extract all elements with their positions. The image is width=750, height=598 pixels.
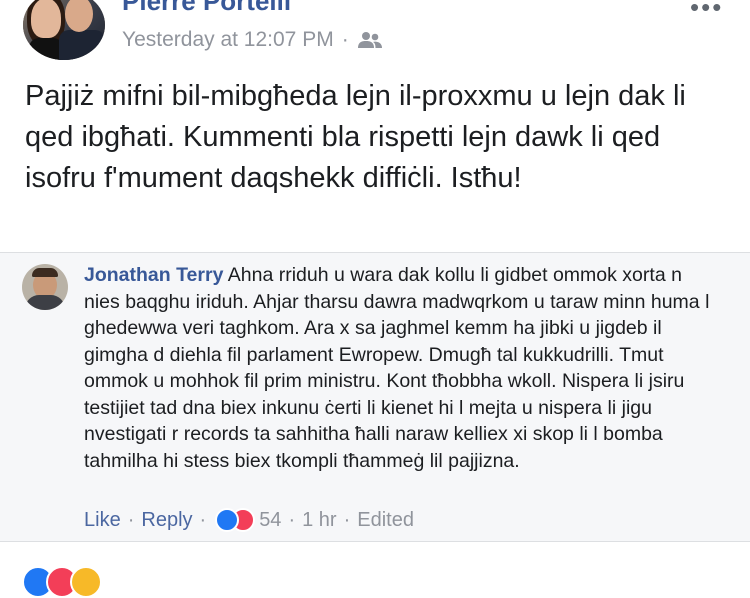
action-separator: · bbox=[127, 508, 135, 531]
reaction-count[interactable]: 54 bbox=[259, 509, 281, 532]
action-separator: · bbox=[343, 508, 351, 531]
comment-time[interactable]: 1 hr bbox=[302, 509, 336, 532]
post-body: Pajjiż mifni bil-mibgħeda lejn il-proxxm… bbox=[25, 80, 686, 194]
friends-icon[interactable] bbox=[357, 31, 383, 49]
comment-body: Jonathan Terry Ahna rriduh u wara dak ko… bbox=[84, 262, 714, 474]
comment-actions: Like · Reply · 54 · 1 hr · Edited bbox=[84, 506, 414, 534]
comment-text: Ahna rriduh u wara dak kollu li gidbet o… bbox=[84, 264, 710, 472]
post-timestamp[interactable]: Yesterday at 12:07 PM bbox=[122, 28, 334, 52]
next-post-strip bbox=[0, 542, 750, 576]
reaction-icons[interactable] bbox=[215, 508, 256, 532]
action-separator: · bbox=[199, 508, 207, 531]
like-button[interactable]: Like bbox=[84, 509, 121, 532]
next-reaction-icons bbox=[22, 566, 102, 598]
like-reaction-icon bbox=[215, 508, 240, 532]
post-header: Pierre Portelli Yesterday at 12:07 PM · … bbox=[0, 0, 750, 60]
post-author-name[interactable]: Pierre Portelli bbox=[122, 0, 291, 17]
more-options-icon[interactable]: ••• bbox=[690, 0, 723, 23]
haha-reaction-icon bbox=[70, 566, 102, 598]
meta-separator: · bbox=[341, 28, 349, 51]
reply-button[interactable]: Reply bbox=[141, 509, 192, 532]
commenter-avatar[interactable] bbox=[22, 264, 68, 310]
action-separator: · bbox=[288, 508, 296, 531]
author-avatar[interactable] bbox=[23, 0, 105, 60]
edited-label[interactable]: Edited bbox=[357, 509, 414, 532]
commenter-name[interactable]: Jonathan Terry bbox=[84, 264, 223, 286]
post-meta: Yesterday at 12:07 PM · bbox=[122, 26, 383, 54]
